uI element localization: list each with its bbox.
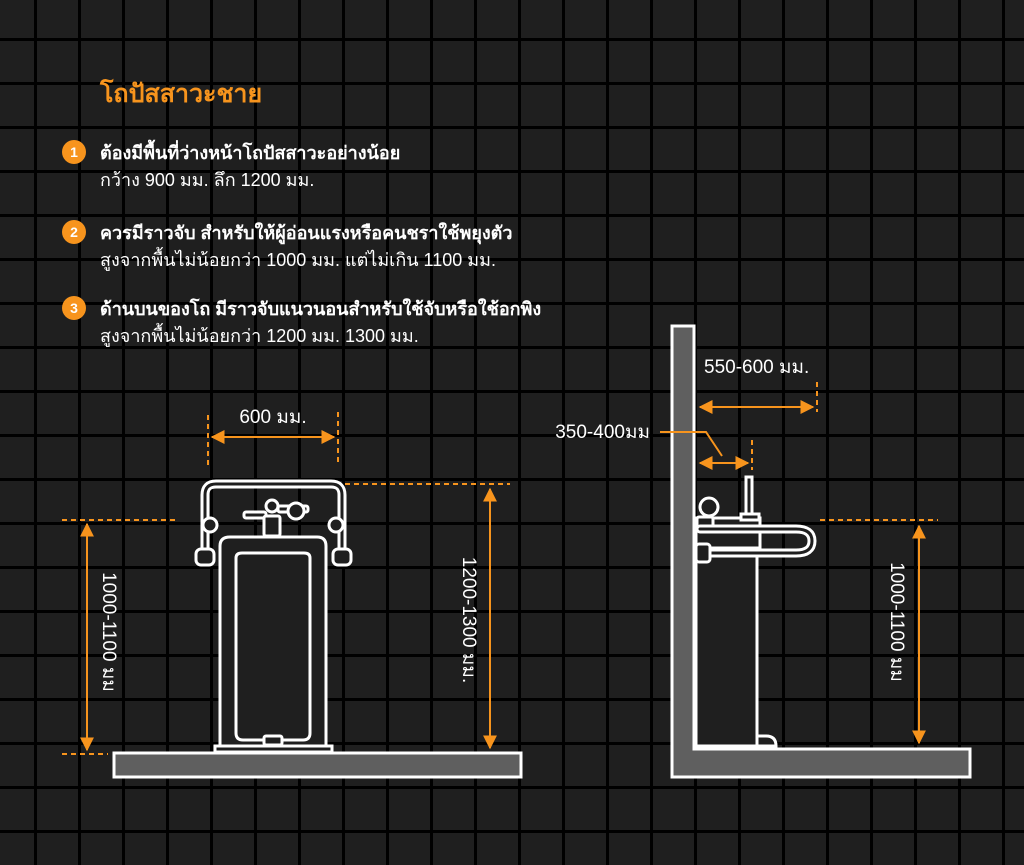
side-bar-depth-label: 350-400มม <box>555 422 650 443</box>
urinal-diagram: 600 มม. 1000-1100 มม 1200-1300 มม. 550-6… <box>62 324 972 779</box>
front-grab-bar-height-dimension: 1000-1100 มม <box>62 519 176 755</box>
side-view: 550-600 มม. 350-400มม 1000-1100 มม <box>555 324 972 779</box>
side-reach-label: 550-600 มม. <box>704 357 809 378</box>
front-view: 600 มม. 1000-1100 มม 1200-1300 มม. <box>62 407 523 779</box>
side-grab-bar-height-label: 1000-1100 มม <box>886 562 907 682</box>
front-floor-slab <box>112 751 523 779</box>
side-reach-dimension: 550-600 มม. <box>698 357 818 414</box>
side-grab-bar-height-dimension: 1000-1100 มม <box>820 519 938 745</box>
front-top-bar-height-label: 1200-1300 มม. <box>458 557 479 683</box>
front-urinal <box>213 535 334 754</box>
front-width-dimension: 600 มม. <box>207 407 339 465</box>
side-bar-depth-dimension: 350-400มม <box>555 422 753 470</box>
front-grab-bar-height-label: 1000-1100 มม <box>98 572 119 692</box>
front-width-label: 600 มม. <box>239 407 306 428</box>
front-flush-valve <box>242 498 310 538</box>
front-top-bar-height-dimension: 1200-1300 มม. <box>345 483 510 750</box>
